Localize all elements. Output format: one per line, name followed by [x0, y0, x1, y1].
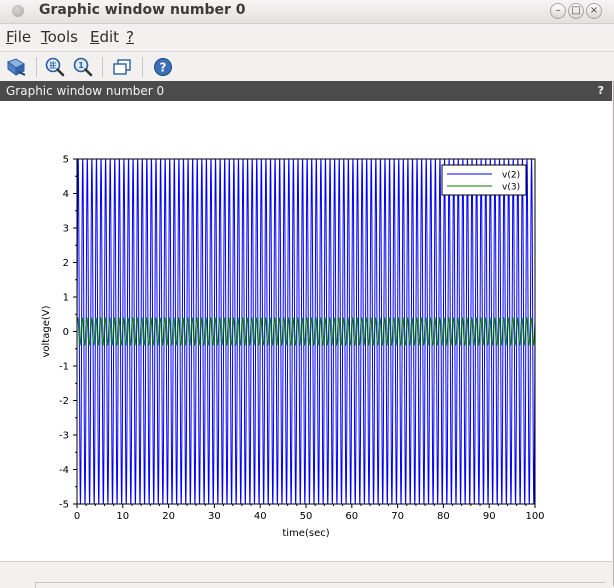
graphic-window: Graphic window number 0 – □ × File Tools…	[0, 0, 614, 588]
toolbar-separator	[102, 57, 103, 77]
x-tick-label: 40	[254, 511, 267, 522]
rotate-button[interactable]	[5, 56, 27, 78]
y-tick-label: -5	[59, 500, 69, 511]
x-tick-label: 70	[391, 511, 404, 522]
x-tick-label: 100	[525, 511, 544, 522]
panel-title: Graphic window number 0	[6, 84, 165, 98]
menu-file-mnemonic: F	[6, 28, 14, 46]
help-icon: ?	[154, 58, 172, 76]
help-button[interactable]: ?	[152, 56, 174, 78]
x-tick-label: 50	[300, 511, 313, 522]
menu-bar: File Tools Edit ?	[0, 24, 614, 51]
x-tick-label: 80	[437, 511, 450, 522]
x-tick-label: 10	[116, 511, 129, 522]
x-tick-label: 0	[74, 511, 80, 522]
menu-tools-label: ools	[47, 28, 78, 46]
maximize-button[interactable]: □	[568, 3, 584, 19]
menu-file-label: ile	[13, 28, 32, 46]
zoom-in-icon	[45, 57, 65, 77]
window-menu-icon[interactable]	[12, 5, 24, 17]
zoom-original-button[interactable]: 1	[72, 56, 94, 78]
datatip-icon	[113, 59, 131, 75]
x-tick-label: 60	[345, 511, 358, 522]
close-button[interactable]: ×	[586, 3, 602, 19]
window-title: Graphic window number 0	[39, 2, 246, 18]
status-bar	[0, 561, 612, 588]
graphic-canvas[interactable]: 0 10 20 30 40 50 60 70 80 90 100 -5 -4 -3 -2 -1 0 1 2 3 4 5 t…	[0, 101, 612, 561]
minimize-button[interactable]: –	[550, 3, 566, 19]
legend: v(2) v(3)	[441, 164, 527, 196]
y-tick-label: 1	[63, 293, 69, 304]
y-tick-label: 0	[63, 327, 69, 338]
menu-edit-label: dit	[99, 28, 120, 46]
y-tick-label: 3	[63, 224, 69, 235]
panel-header: Graphic window number 0 ?	[0, 81, 612, 101]
menu-tools[interactable]: Tools	[41, 28, 78, 46]
svg-text:?: ?	[160, 61, 167, 75]
toolbar-separator	[142, 57, 143, 77]
series-layer	[77, 159, 535, 504]
menu-help[interactable]: ?	[126, 28, 134, 46]
rotate-icon	[6, 58, 26, 76]
status-field	[35, 582, 605, 588]
menu-edit[interactable]: Edit	[90, 28, 119, 46]
y-axis-label: voltage(V)	[41, 305, 52, 357]
y-tick-label: -3	[59, 431, 69, 442]
y-tick-label: 5	[63, 155, 69, 166]
legend-label: v(2)	[502, 171, 520, 181]
x-tick-label: 20	[162, 511, 175, 522]
toolbar: 1 ?	[0, 51, 614, 81]
y-tick-label: -4	[59, 465, 69, 476]
y-tick-label: -2	[59, 396, 69, 407]
svg-text:1: 1	[78, 61, 84, 70]
plot[interactable]: 0 10 20 30 40 50 60 70 80 90 100 -5 -4 -3 -2 -1 0 1 2 3 4 5 t…	[0, 101, 612, 561]
zoom-button[interactable]	[44, 56, 66, 78]
panel-help-icon[interactable]: ?	[598, 84, 604, 97]
menu-tools-mnemonic: T	[41, 28, 48, 46]
toolbar-separator	[36, 57, 37, 77]
title-bar[interactable]: Graphic window number 0 – □ ×	[0, 0, 614, 24]
menu-file[interactable]: File	[6, 28, 31, 46]
x-tick-label: 90	[483, 511, 496, 522]
zoom-original-icon: 1	[73, 57, 93, 77]
menu-help-mnemonic: ?	[126, 28, 134, 46]
x-axis-label: time(sec)	[282, 528, 329, 539]
legend-label: v(3)	[502, 183, 520, 193]
x-tick-label: 30	[208, 511, 221, 522]
y-tick-label: 4	[63, 189, 69, 200]
datatip-button[interactable]	[111, 56, 133, 78]
y-tick-label: 2	[63, 258, 69, 269]
series-line-1	[77, 159, 535, 504]
y-tick-label: -1	[59, 362, 69, 373]
